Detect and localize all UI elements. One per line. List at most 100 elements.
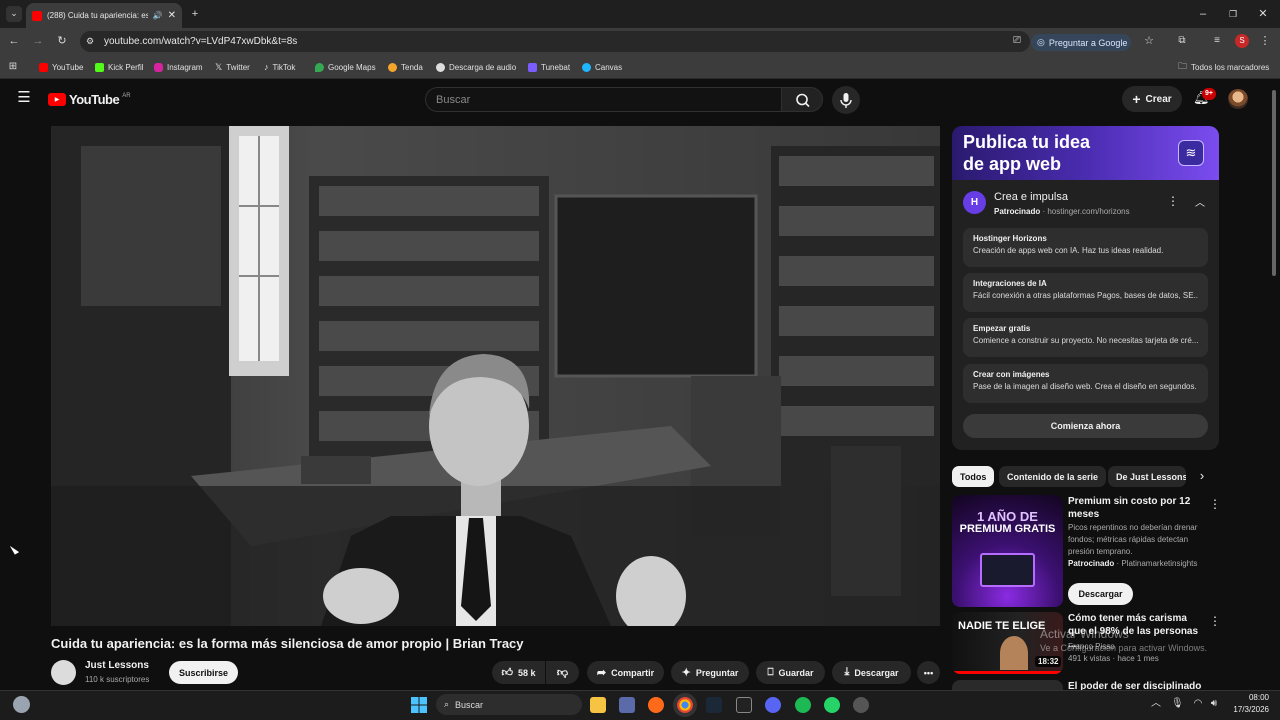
media-control-icon[interactable]: ≡: [1210, 34, 1224, 48]
audio-icon[interactable]: 🔊: [153, 11, 163, 20]
voice-search-button[interactable]: [832, 86, 860, 114]
layers-icon: ≋: [1178, 140, 1204, 166]
bookmark-tiktok[interactable]: ♪ TikTok: [264, 55, 295, 79]
recommended-download-button[interactable]: Descargar: [1068, 583, 1133, 605]
bookmark-descarga-audio[interactable]: Descarga de audio: [436, 55, 516, 79]
video-player[interactable]: [51, 126, 940, 626]
windows-start-icon[interactable]: [411, 697, 427, 713]
youtube-search-input[interactable]: Buscar: [425, 87, 781, 112]
bookmark-twitter[interactable]: 𝕏 Twitter: [215, 55, 250, 79]
bookmark-kick[interactable]: Kick Perfil: [95, 55, 144, 79]
bookmark-google-maps[interactable]: Google Maps: [315, 55, 376, 79]
back-icon[interactable]: ←: [7, 34, 21, 48]
ad-banner[interactable]: Publica tu idea de app web ≋: [952, 126, 1219, 180]
reload-icon[interactable]: ↻: [55, 34, 69, 48]
clock-date[interactable]: 17/3/2026: [1222, 705, 1269, 714]
clock-time[interactable]: 08:00: [1237, 693, 1269, 702]
chip-todos[interactable]: Todos: [952, 466, 995, 487]
epic-games-icon[interactable]: [736, 697, 752, 713]
hamburger-menu-icon[interactable]: ☰: [16, 90, 32, 105]
ad-feature-item[interactable]: Crear con imágenes Pase de la imagen al d…: [963, 364, 1208, 403]
bookmark-instagram[interactable]: Instagram: [154, 55, 203, 79]
discord-icon[interactable]: [765, 697, 781, 713]
video-menu-icon[interactable]: ⋮: [1209, 614, 1221, 628]
volume-icon[interactable]: 🔊︎: [1208, 697, 1220, 711]
bookmark-star-icon[interactable]: ☆: [1142, 34, 1156, 48]
all-bookmarks[interactable]: 🗀 Todos los marcadores: [1178, 55, 1269, 79]
user-avatar[interactable]: [1228, 89, 1248, 109]
apps-grid-icon[interactable]: ⊞: [7, 60, 19, 74]
site-info-icon[interactable]: ⚙: [86, 34, 94, 48]
youtube-logo[interactable]: ▶ YouTube AR: [48, 92, 131, 107]
weather-icon[interactable]: [13, 696, 30, 713]
advertiser-name: Platinamarketinsights: [1121, 559, 1198, 568]
tab-search-icon[interactable]: ⌄: [6, 6, 22, 22]
steam-icon[interactable]: [706, 697, 722, 713]
share-button[interactable]: ➦ Compartir: [587, 661, 664, 684]
microphone-tray-icon[interactable]: 🎙︎: [1171, 697, 1184, 711]
tray-chevron-icon[interactable]: ︿: [1150, 697, 1162, 711]
chrome-icon[interactable]: [677, 697, 693, 713]
collapse-chevron-icon[interactable]: ︿: [1195, 194, 1205, 209]
like-button[interactable]: 👍︎ 58 k: [492, 661, 545, 684]
bookmark-tunebat[interactable]: Tunebat: [528, 55, 570, 79]
file-explorer-icon[interactable]: [590, 697, 606, 713]
channel-avatar[interactable]: [51, 660, 76, 685]
bookmark-canvas[interactable]: Canvas: [582, 55, 622, 79]
chip-channel[interactable]: De Just Lessons: [1108, 466, 1186, 487]
ad-feature-item[interactable]: Integraciones de IA Fácil conexión a otra…: [963, 273, 1208, 312]
subscribe-button[interactable]: Suscribirse: [169, 661, 238, 684]
feature-desc: Creación de apps web con IA. Haz tus ide…: [973, 246, 1164, 255]
ad-feature-item[interactable]: Hostinger Horizons Creación de apps web c…: [963, 228, 1208, 267]
browser-menu-icon[interactable]: ⋮: [1259, 34, 1271, 48]
ad-feature-item[interactable]: Empezar gratis Comience a construir su pr…: [963, 318, 1208, 357]
ask-google-button[interactable]: ◎ Preguntar a Google: [1031, 34, 1131, 51]
ad-title[interactable]: Crea e impulsa: [994, 191, 1068, 203]
download-button[interactable]: ⤓ Descargar: [832, 661, 911, 684]
close-window-icon[interactable]: ✕: [1256, 7, 1270, 21]
cast-icon[interactable]: ⎚: [1010, 34, 1024, 48]
store-icon[interactable]: [619, 697, 635, 713]
create-button[interactable]: + Crear: [1122, 86, 1182, 112]
bookmark-tenda[interactable]: Tenda: [388, 55, 423, 79]
tab-close-icon[interactable]: ✕: [168, 10, 176, 21]
wifi-icon[interactable]: ◠: [1192, 697, 1204, 711]
bookmark-youtube[interactable]: YouTube: [39, 55, 83, 79]
ask-button[interactable]: ✦ Preguntar: [671, 661, 749, 684]
video-menu-icon[interactable]: ⋮: [1209, 497, 1221, 511]
region-code: AR: [122, 92, 131, 99]
save-button[interactable]: ⎕ Guardar: [756, 661, 825, 684]
restore-icon[interactable]: ❐: [1226, 7, 1240, 21]
extensions-icon[interactable]: ⧉: [1175, 34, 1189, 48]
sponsored-ad-card: Publica tu idea de app web ≋ H Crea e im…: [952, 126, 1219, 450]
brave-icon[interactable]: [648, 697, 664, 713]
new-tab-icon[interactable]: +: [188, 7, 202, 21]
chevron-right-icon[interactable]: ›: [1195, 469, 1209, 483]
recommended-thumbnail[interactable]: 1 AÑO DE PREMIUM GRATIS: [952, 495, 1063, 607]
forward-icon[interactable]: →: [31, 34, 45, 48]
recommended-title[interactable]: Premium sin costo por 12 meses: [1068, 495, 1203, 521]
address-bar[interactable]: ⚙ youtube.com/watch?v=LVdP47xwDbk&t=8s: [80, 31, 1030, 52]
channel-name[interactable]: Just Lessons: [85, 660, 149, 671]
minimize-icon[interactable]: –: [1196, 7, 1210, 21]
more-actions-button[interactable]: •••: [917, 661, 940, 684]
profile-avatar[interactable]: S: [1235, 34, 1249, 48]
chip-serie[interactable]: Contenido de la serie: [999, 466, 1107, 487]
ad-menu-icon[interactable]: ⋮: [1167, 194, 1179, 208]
instagram-icon: [154, 62, 163, 72]
watch-progress-bar: [952, 671, 1063, 674]
whatsapp-icon[interactable]: [824, 697, 840, 713]
taskbar-search[interactable]: ⌕ Buscar: [436, 694, 582, 715]
taskbar-search-label: Buscar: [455, 699, 484, 710]
recommended-title[interactable]: El poder de ser disciplinado: [1068, 680, 1203, 690]
browser-tab[interactable]: (288) Cuida tu apariencia: es la forma 🔊…: [26, 3, 182, 28]
ad-cta-button[interactable]: Comienza ahora: [963, 414, 1208, 438]
feature-desc: Fácil conexión a otras plataformas Pagos…: [973, 291, 1198, 300]
dislike-button[interactable]: 👎︎: [546, 661, 579, 684]
recommended-thumbnail[interactable]: [952, 680, 1063, 690]
search-button[interactable]: [781, 87, 823, 112]
spotify-icon[interactable]: [795, 697, 811, 713]
app-icon[interactable]: [853, 697, 869, 713]
recommended-sponsor: Patrocinado · Platinamarketinsights: [1068, 559, 1198, 568]
page-scrollbar[interactable]: [1272, 90, 1276, 276]
